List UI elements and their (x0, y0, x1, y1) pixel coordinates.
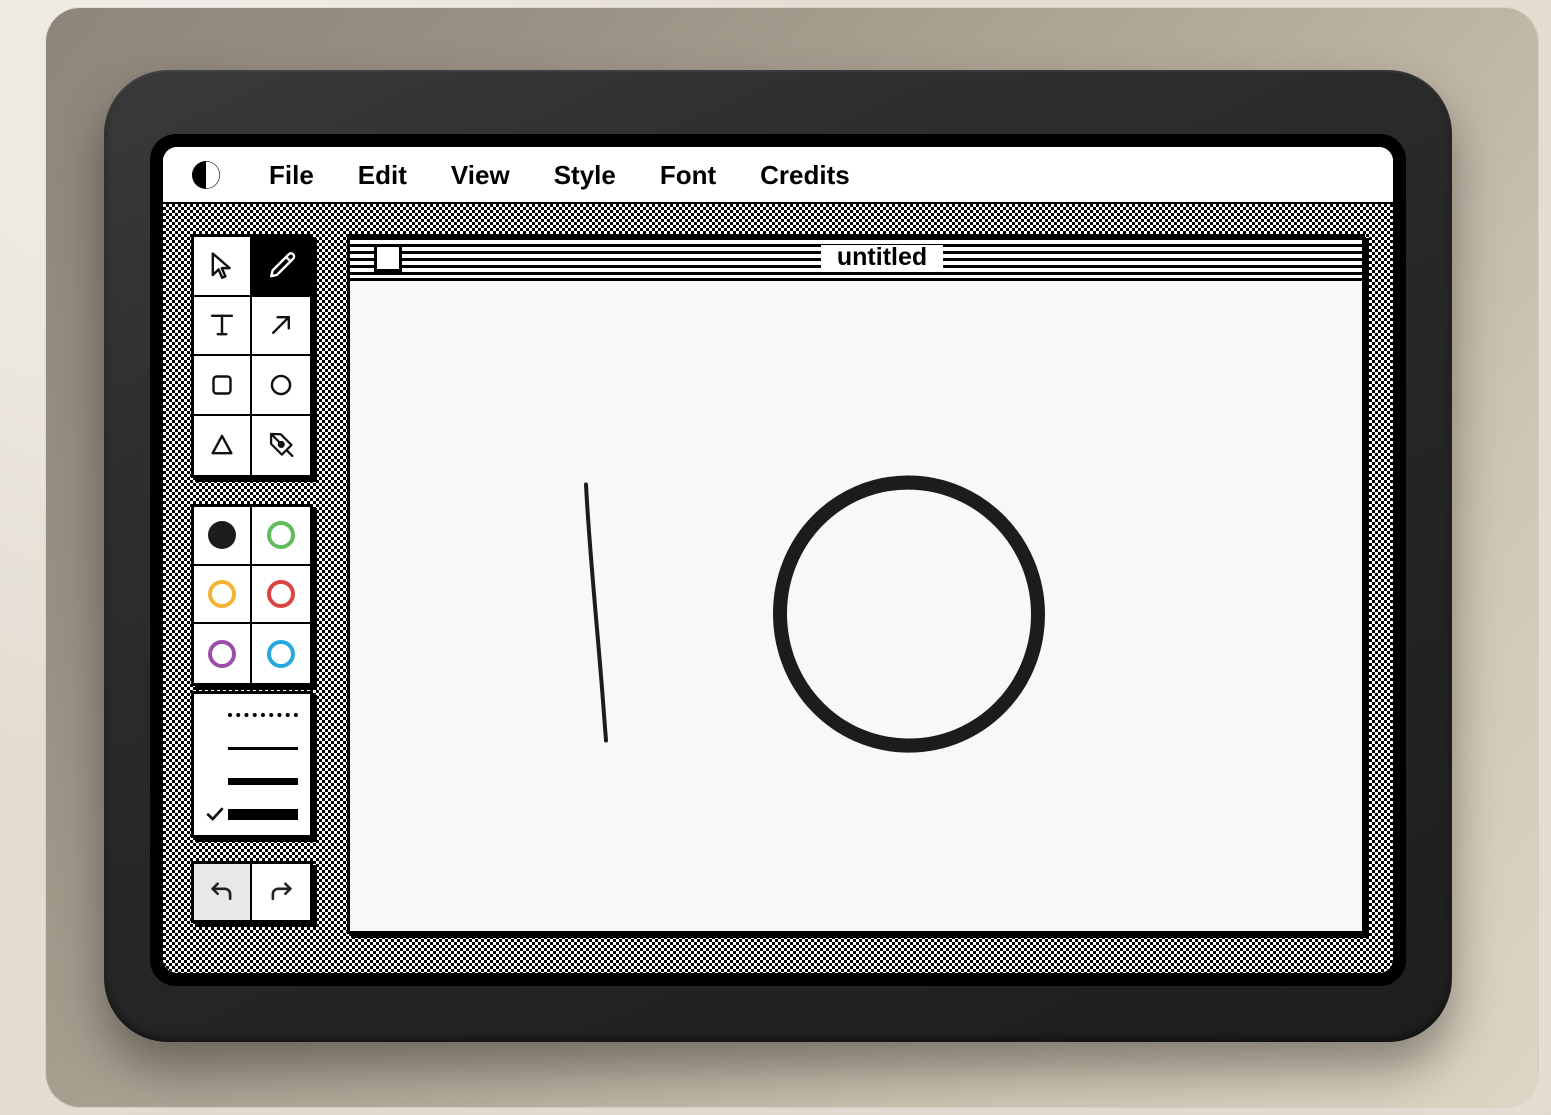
menu-item-style[interactable]: Style (532, 162, 638, 188)
title-stripes-left (350, 237, 372, 278)
undo-arrow-icon (207, 875, 237, 910)
color-dot-green (267, 521, 295, 550)
color-swatch-black[interactable] (194, 507, 252, 566)
pencil-icon (264, 249, 298, 283)
tool-pen[interactable] (252, 415, 310, 475)
text-icon (205, 308, 239, 342)
stroke-sample-dotted (228, 713, 298, 717)
drawing-canvas[interactable] (350, 281, 1362, 931)
color-swatch-orange[interactable] (194, 565, 252, 625)
stroke-sample-thick (228, 808, 298, 820)
stroke-sample-thin (228, 746, 298, 750)
stroke-option-medium[interactable] (194, 765, 310, 798)
color-dot-purple (208, 639, 236, 668)
checkmark-icon (202, 803, 228, 825)
color-dot-black (208, 521, 236, 550)
tool-rectangle[interactable] (194, 356, 252, 416)
window-title-bar[interactable]: untitled (350, 237, 1362, 281)
tool-ellipse[interactable] (252, 356, 310, 416)
desk-background: File Edit View Style Font Credits untitl… (0, 0, 1551, 1115)
arrow-icon (264, 308, 298, 342)
title-stripes-mid (402, 237, 821, 278)
close-box-button[interactable] (374, 243, 402, 272)
stroke-option-thick[interactable] (194, 798, 310, 831)
checkmark-icon (202, 738, 228, 758)
redo-arrow-icon (266, 875, 296, 910)
color-dot-orange (208, 579, 236, 608)
canvas-shape-freehand-line (584, 482, 608, 743)
menu-item-view[interactable]: View (429, 162, 532, 188)
window-title: untitled (820, 245, 944, 270)
undo-button[interactable] (194, 864, 252, 920)
triangle-icon (205, 428, 239, 462)
tool-palette (191, 234, 313, 478)
desktop: untitled (163, 204, 1393, 973)
contrast-circle-icon[interactable] (191, 160, 221, 190)
title-stripes-right (943, 237, 1362, 278)
checkmark-icon (202, 771, 228, 791)
crt-monitor: File Edit View Style Font Credits untitl… (104, 70, 1452, 1042)
tool-triangle[interactable] (194, 415, 252, 475)
color-swatch-purple[interactable] (194, 624, 252, 683)
menu-item-font[interactable]: Font (638, 162, 738, 188)
color-dot-red (267, 579, 295, 608)
stroke-sample-medium (228, 777, 298, 785)
color-swatch-blue[interactable] (252, 624, 310, 683)
tool-select[interactable] (194, 237, 252, 297)
tool-arrow[interactable] (252, 296, 310, 356)
ellipse-icon (264, 368, 298, 402)
stroke-option-dotted[interactable] (194, 699, 310, 732)
color-swatch-red[interactable] (252, 565, 310, 625)
color-swatch-green[interactable] (252, 507, 310, 566)
stroke-option-thin[interactable] (194, 732, 310, 765)
monitor-bezel: File Edit View Style Font Credits untitl… (150, 134, 1406, 986)
pen-nib-icon (264, 428, 298, 462)
menu-bar: File Edit View Style Font Credits (163, 147, 1393, 204)
canvas-shape-freehand-circle (773, 475, 1045, 753)
stroke-palette (191, 691, 313, 838)
menu-item-credits[interactable]: Credits (738, 162, 872, 188)
rectangle-icon (205, 368, 239, 402)
cursor-arrow-icon (205, 249, 239, 283)
menu-item-file[interactable]: File (247, 162, 336, 188)
tool-text[interactable] (194, 296, 252, 356)
tool-pencil[interactable] (252, 237, 310, 297)
checkmark-icon (202, 705, 228, 725)
color-palette (191, 504, 313, 686)
document-window: untitled (347, 234, 1365, 934)
redo-button[interactable] (252, 864, 310, 920)
screen: File Edit View Style Font Credits untitl… (163, 147, 1393, 973)
menu-item-edit[interactable]: Edit (336, 162, 429, 188)
history-palette (191, 861, 313, 923)
color-dot-blue (267, 639, 295, 668)
